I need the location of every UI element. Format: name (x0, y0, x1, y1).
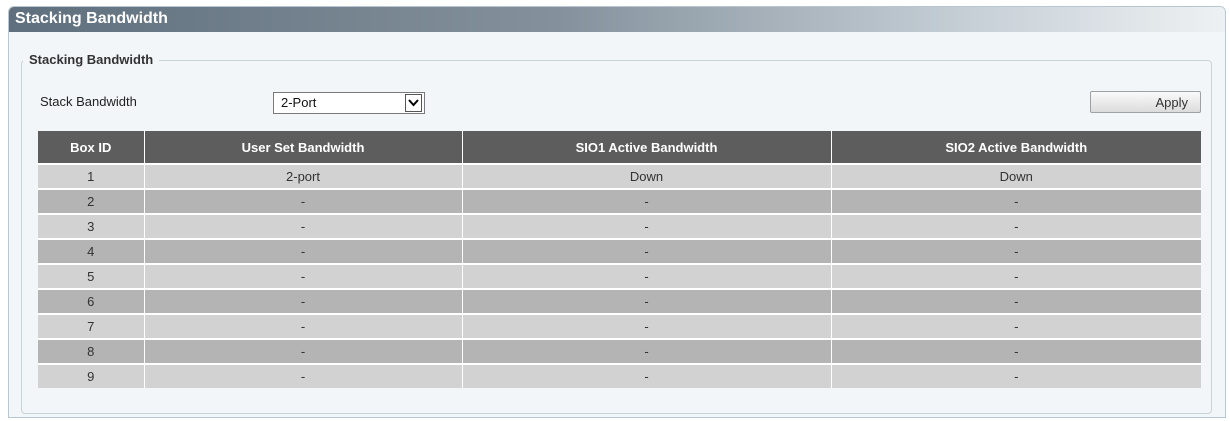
cell-user-set-bandwidth: - (144, 288, 463, 314)
table-row: 7--- (38, 313, 1201, 339)
cell-sio2-active-bandwidth: - (831, 363, 1201, 388)
table-header-row: Box ID User Set Bandwidth SIO1 Active Band… (38, 131, 1201, 164)
header-sio1-active-bandwidth: SIO1 Active Bandwidth (462, 131, 832, 164)
cell-sio2-active-bandwidth: - (831, 288, 1201, 314)
cell-sio2-active-bandwidth: - (831, 188, 1201, 214)
cell-sio1-active-bandwidth: - (462, 263, 832, 289)
cell-sio2-active-bandwidth: - (831, 313, 1201, 339)
table-row: 9--- (38, 363, 1201, 388)
cell-sio1-active-bandwidth: Down (462, 163, 832, 189)
cell-sio2-active-bandwidth: - (831, 263, 1201, 289)
apply-button[interactable]: Apply (1090, 91, 1201, 113)
stack-bandwidth-value: 2-Port (281, 95, 317, 110)
stacking-bandwidth-panel: Stacking Bandwidth Stacking Bandwidth St… (8, 6, 1226, 418)
bandwidth-table: Box ID User Set Bandwidth SIO1 Active Band… (38, 131, 1201, 388)
cell-user-set-bandwidth: 2-port (144, 163, 463, 189)
cell-box-id: 7 (38, 313, 145, 339)
cell-box-id: 4 (38, 238, 145, 264)
cell-user-set-bandwidth: - (144, 213, 463, 239)
cell-sio1-active-bandwidth: - (462, 338, 832, 364)
cell-box-id: 9 (38, 363, 145, 388)
table-row: 4--- (38, 238, 1201, 264)
cell-sio1-active-bandwidth: - (462, 363, 832, 388)
table-row: 5--- (38, 263, 1201, 289)
cell-sio1-active-bandwidth: - (462, 238, 832, 264)
dropdown-button[interactable] (405, 94, 422, 112)
cell-box-id: 3 (38, 213, 145, 239)
table-row: 6--- (38, 288, 1201, 314)
table-row: 3--- (38, 213, 1201, 239)
cell-user-set-bandwidth: - (144, 338, 463, 364)
cell-sio2-active-bandwidth: Down (831, 163, 1201, 189)
table-row: 2--- (38, 188, 1201, 214)
stack-bandwidth-select[interactable]: 2-Port (273, 92, 425, 114)
cell-sio2-active-bandwidth: - (831, 213, 1201, 239)
chevron-down-icon (408, 99, 419, 107)
header-box-id: Box ID (38, 131, 145, 164)
cell-sio1-active-bandwidth: - (462, 213, 832, 239)
cell-sio1-active-bandwidth: - (462, 188, 832, 214)
header-sio2-active-bandwidth: SIO2 Active Bandwidth (831, 131, 1201, 164)
header-user-set-bandwidth: User Set Bandwidth (144, 131, 463, 164)
table-row: 8--- (38, 338, 1201, 364)
cell-sio1-active-bandwidth: - (462, 288, 832, 314)
cell-sio2-active-bandwidth: - (831, 338, 1201, 364)
cell-box-id: 6 (38, 288, 145, 314)
cell-user-set-bandwidth: - (144, 238, 463, 264)
cell-box-id: 5 (38, 263, 145, 289)
fieldset-legend: Stacking Bandwidth (23, 52, 160, 67)
table-row: 1 2-port Down Down (38, 163, 1201, 189)
cell-user-set-bandwidth: - (144, 363, 463, 388)
panel-title: Stacking Bandwidth (9, 7, 1225, 32)
cell-user-set-bandwidth: - (144, 313, 463, 339)
cell-user-set-bandwidth: - (144, 263, 463, 289)
cell-box-id: 1 (38, 163, 145, 189)
stack-bandwidth-label: Stack Bandwidth (40, 94, 137, 109)
cell-sio2-active-bandwidth: - (831, 238, 1201, 264)
cell-user-set-bandwidth: - (144, 188, 463, 214)
cell-box-id: 8 (38, 338, 145, 364)
cell-box-id: 2 (38, 188, 145, 214)
cell-sio1-active-bandwidth: - (462, 313, 832, 339)
